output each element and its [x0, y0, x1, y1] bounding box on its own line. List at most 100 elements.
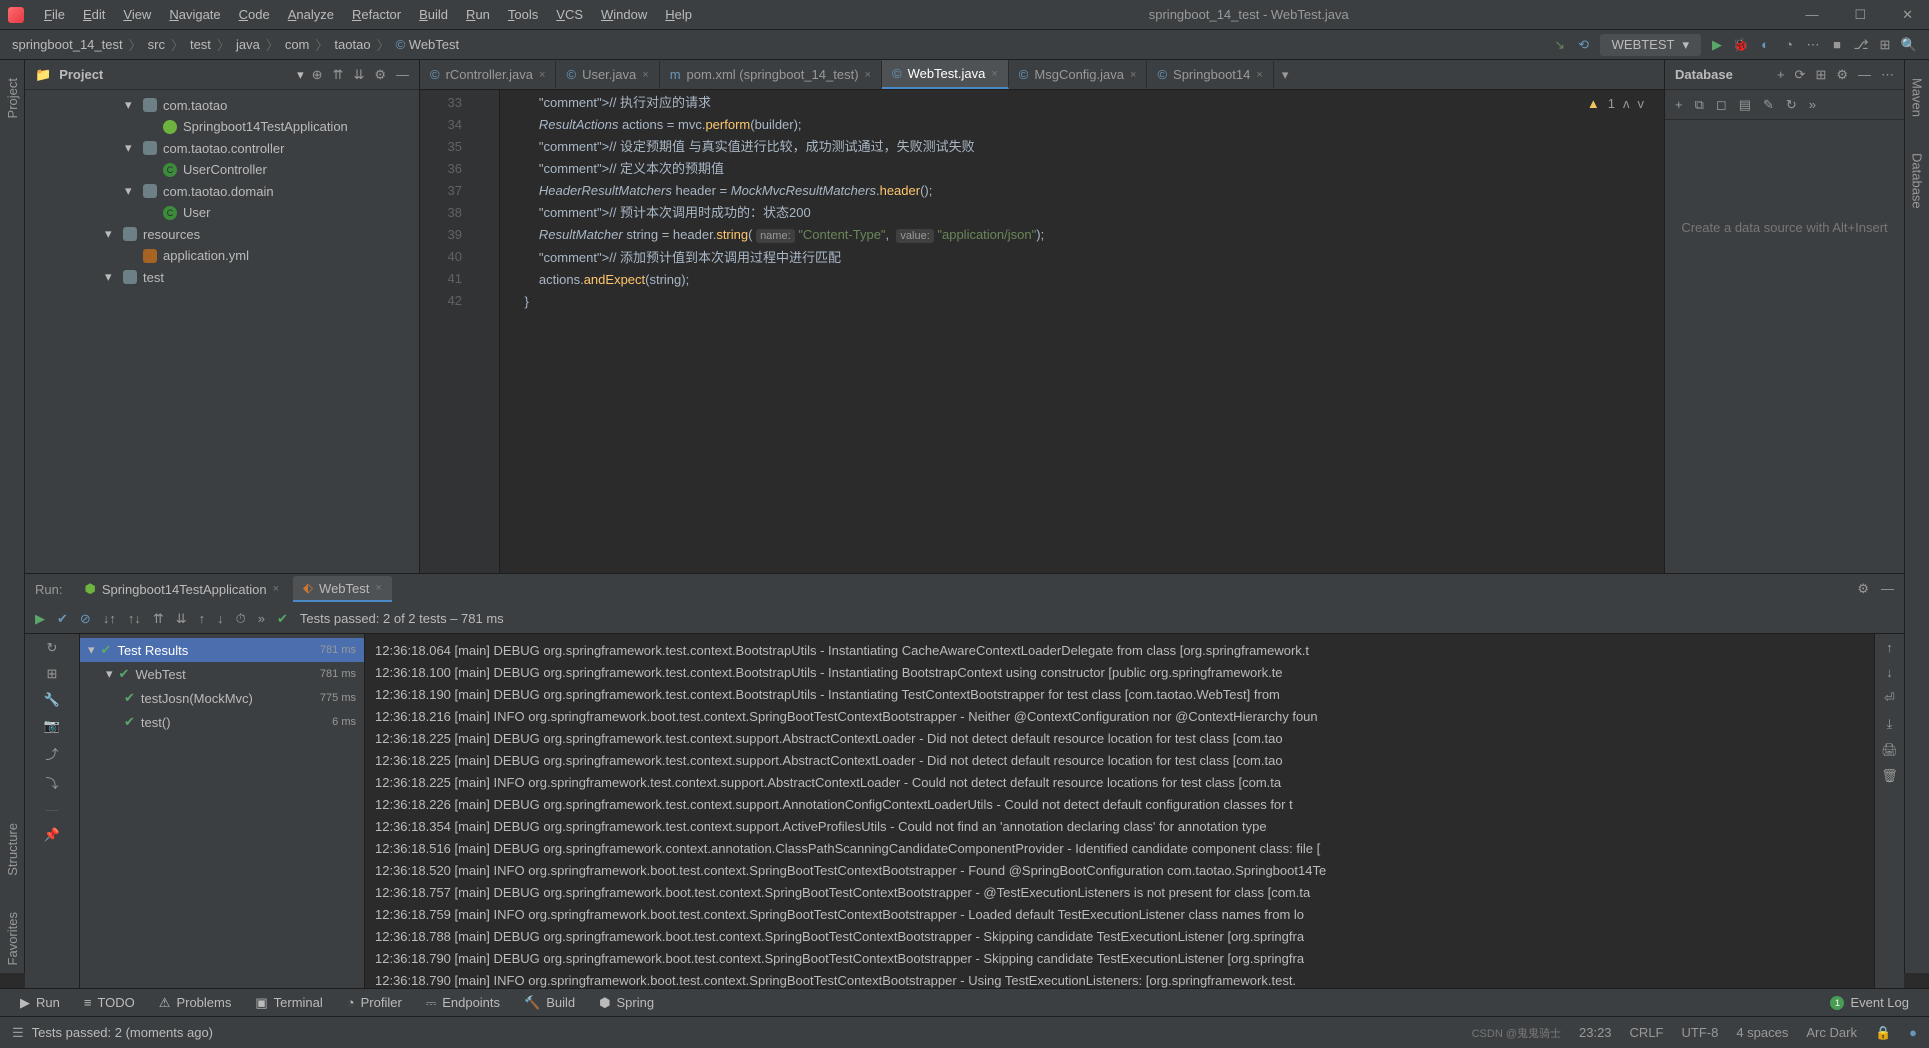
- coverage-button[interactable]: ◐: [1757, 37, 1773, 53]
- close-icon[interactable]: ×: [1256, 69, 1262, 81]
- print-icon[interactable]: 🖨: [1881, 742, 1898, 758]
- toggle-icon[interactable]: ⊞: [47, 666, 58, 682]
- pin-icon[interactable]: 📌: [44, 827, 60, 843]
- test-tree-item[interactable]: ▾✔WebTest781 ms: [80, 662, 364, 686]
- menu-navigate[interactable]: Navigate: [161, 3, 228, 26]
- line-ending[interactable]: CRLF: [1630, 1025, 1664, 1040]
- wrap-icon[interactable]: ⏎: [1884, 690, 1895, 706]
- menu-edit[interactable]: Edit: [75, 3, 113, 26]
- collapse-icon[interactable]: ⇊: [176, 611, 187, 627]
- menu-build[interactable]: Build: [411, 3, 456, 26]
- menu-analyze[interactable]: Analyze: [280, 3, 342, 26]
- run-tab[interactable]: ⬖WebTest×: [293, 576, 392, 602]
- close-icon[interactable]: ×: [1130, 69, 1136, 81]
- import-icon[interactable]: ⤵: [45, 773, 58, 792]
- hide-icon[interactable]: —: [1881, 581, 1894, 597]
- scroll-icon[interactable]: ⤓: [1887, 716, 1893, 732]
- collapse-all-icon[interactable]: ⇊: [353, 67, 364, 83]
- status-icon[interactable]: ☰: [12, 1025, 24, 1041]
- status-dot-icon[interactable]: ●: [1909, 1025, 1917, 1040]
- test-tree-item[interactable]: ✔test()6 ms: [80, 710, 364, 734]
- prev-icon[interactable]: ↑: [199, 611, 206, 626]
- tool-build[interactable]: 🔨Build: [524, 995, 575, 1011]
- test-tree-item[interactable]: ▾✔Test Results781 ms: [80, 638, 364, 662]
- maximize-button[interactable]: ☐: [1846, 7, 1874, 23]
- tool-spring[interactable]: ⬢Spring: [599, 995, 654, 1011]
- debug-button[interactable]: 🐞: [1733, 37, 1749, 53]
- toggle-passed-icon[interactable]: ✔: [57, 611, 68, 627]
- build-icon[interactable]: ↘: [1552, 37, 1568, 53]
- editor-tab[interactable]: ©WebTest.java×: [882, 60, 1009, 89]
- more-tabs-icon[interactable]: ▾: [1274, 67, 1297, 83]
- chevron-up-icon[interactable]: ʌ: [1623, 96, 1630, 111]
- test-tree-item[interactable]: ✔testJosn(MockMvc)775 ms: [80, 686, 364, 710]
- tree-item[interactable]: application.yml: [25, 245, 419, 266]
- down-arrow-icon[interactable]: ↓: [1886, 665, 1893, 680]
- menu-tools[interactable]: Tools: [500, 3, 546, 26]
- tree-item[interactable]: ▾com.taotao: [25, 94, 419, 116]
- menu-file[interactable]: File: [36, 3, 73, 26]
- layout-icon[interactable]: ⊞: [1877, 37, 1893, 53]
- next-icon[interactable]: ↓: [217, 611, 224, 626]
- minimize-button[interactable]: —: [1797, 7, 1826, 23]
- refresh-icon[interactable]: ⟳: [1795, 67, 1806, 83]
- close-icon[interactable]: ×: [273, 583, 279, 595]
- structure-tool-button[interactable]: Structure: [3, 815, 22, 884]
- console-output[interactable]: 12:36:18.064 [main] DEBUG org.springfram…: [365, 634, 1874, 988]
- run-config-selector[interactable]: WEBTEST ▾: [1600, 34, 1701, 56]
- sort-icon[interactable]: ↓↑: [103, 611, 116, 626]
- stop-icon[interactable]: ◻: [1716, 97, 1727, 113]
- menu-run[interactable]: Run: [458, 3, 498, 26]
- breadcrumb-item[interactable]: test: [190, 37, 211, 52]
- gear-icon[interactable]: ⚙: [1836, 67, 1848, 83]
- hide-icon[interactable]: —: [1858, 67, 1871, 83]
- camera-icon[interactable]: 📷: [44, 718, 60, 734]
- tool-problems[interactable]: ⚠Problems: [159, 995, 232, 1011]
- editor-tab[interactable]: ©User.java×: [556, 61, 659, 88]
- tool-profiler[interactable]: ◔Profiler: [347, 995, 402, 1010]
- event-log[interactable]: 1Event Log: [1830, 995, 1909, 1010]
- gear-icon[interactable]: ⚙: [1857, 581, 1869, 597]
- inspection-widget[interactable]: ▲1 ʌ v: [1587, 96, 1644, 111]
- more-icon[interactable]: »: [1809, 97, 1816, 113]
- project-tool-button[interactable]: Project: [3, 70, 22, 126]
- add-icon[interactable]: +: [1777, 67, 1785, 83]
- indent[interactable]: 4 spaces: [1736, 1025, 1788, 1040]
- favorites-tool-button[interactable]: Favorites: [3, 904, 22, 973]
- tree-item[interactable]: Springboot14TestApplication: [25, 116, 419, 137]
- close-icon[interactable]: ×: [642, 69, 648, 81]
- expand-all-icon[interactable]: ⇈: [333, 67, 344, 83]
- expand-icon[interactable]: ⇈: [153, 611, 164, 627]
- editor-tab[interactable]: ©MsgConfig.java×: [1009, 61, 1148, 88]
- close-icon[interactable]: ×: [865, 69, 871, 81]
- breadcrumb-item[interactable]: © WebTest: [396, 37, 460, 52]
- run-tab[interactable]: ⬢Springboot14TestApplication×: [74, 576, 289, 602]
- console-icon[interactable]: ▤: [1739, 97, 1751, 113]
- menu-help[interactable]: Help: [657, 3, 700, 26]
- tool-endpoints[interactable]: ⎓Endpoints: [426, 995, 500, 1011]
- editor-tab[interactable]: ©rController.java×: [420, 61, 556, 88]
- breadcrumb-item[interactable]: src: [148, 37, 165, 52]
- search-icon[interactable]: 🔍: [1901, 37, 1917, 53]
- close-icon[interactable]: ×: [991, 68, 997, 80]
- menu-vcs[interactable]: VCS: [548, 3, 591, 26]
- breadcrumb-item[interactable]: java: [236, 37, 260, 52]
- chevron-down-icon[interactable]: ▾: [297, 67, 304, 83]
- tool-terminal[interactable]: ▣Terminal: [255, 995, 322, 1011]
- add-datasource-icon[interactable]: +: [1675, 97, 1683, 113]
- close-button[interactable]: ✕: [1894, 7, 1921, 23]
- tree-item[interactable]: ▾resources: [25, 223, 419, 245]
- cursor-position[interactable]: 23:23: [1579, 1025, 1612, 1040]
- rerun-failed-icon[interactable]: ↻: [47, 640, 58, 656]
- tree-item[interactable]: CUserController: [25, 159, 419, 180]
- encoding[interactable]: UTF-8: [1682, 1025, 1719, 1040]
- toggle-ignored-icon[interactable]: ⊘: [80, 611, 91, 627]
- wrench-icon[interactable]: 🔧: [44, 692, 60, 708]
- rerun-button[interactable]: ▶: [35, 611, 45, 627]
- filter-icon[interactable]: ⊞: [1815, 67, 1826, 83]
- menu-window[interactable]: Window: [593, 3, 655, 26]
- export-icon[interactable]: ⤴: [45, 744, 58, 763]
- theme[interactable]: Arc Dark: [1806, 1025, 1857, 1040]
- run-button[interactable]: ▶: [1709, 37, 1725, 53]
- menu-refactor[interactable]: Refactor: [344, 3, 409, 26]
